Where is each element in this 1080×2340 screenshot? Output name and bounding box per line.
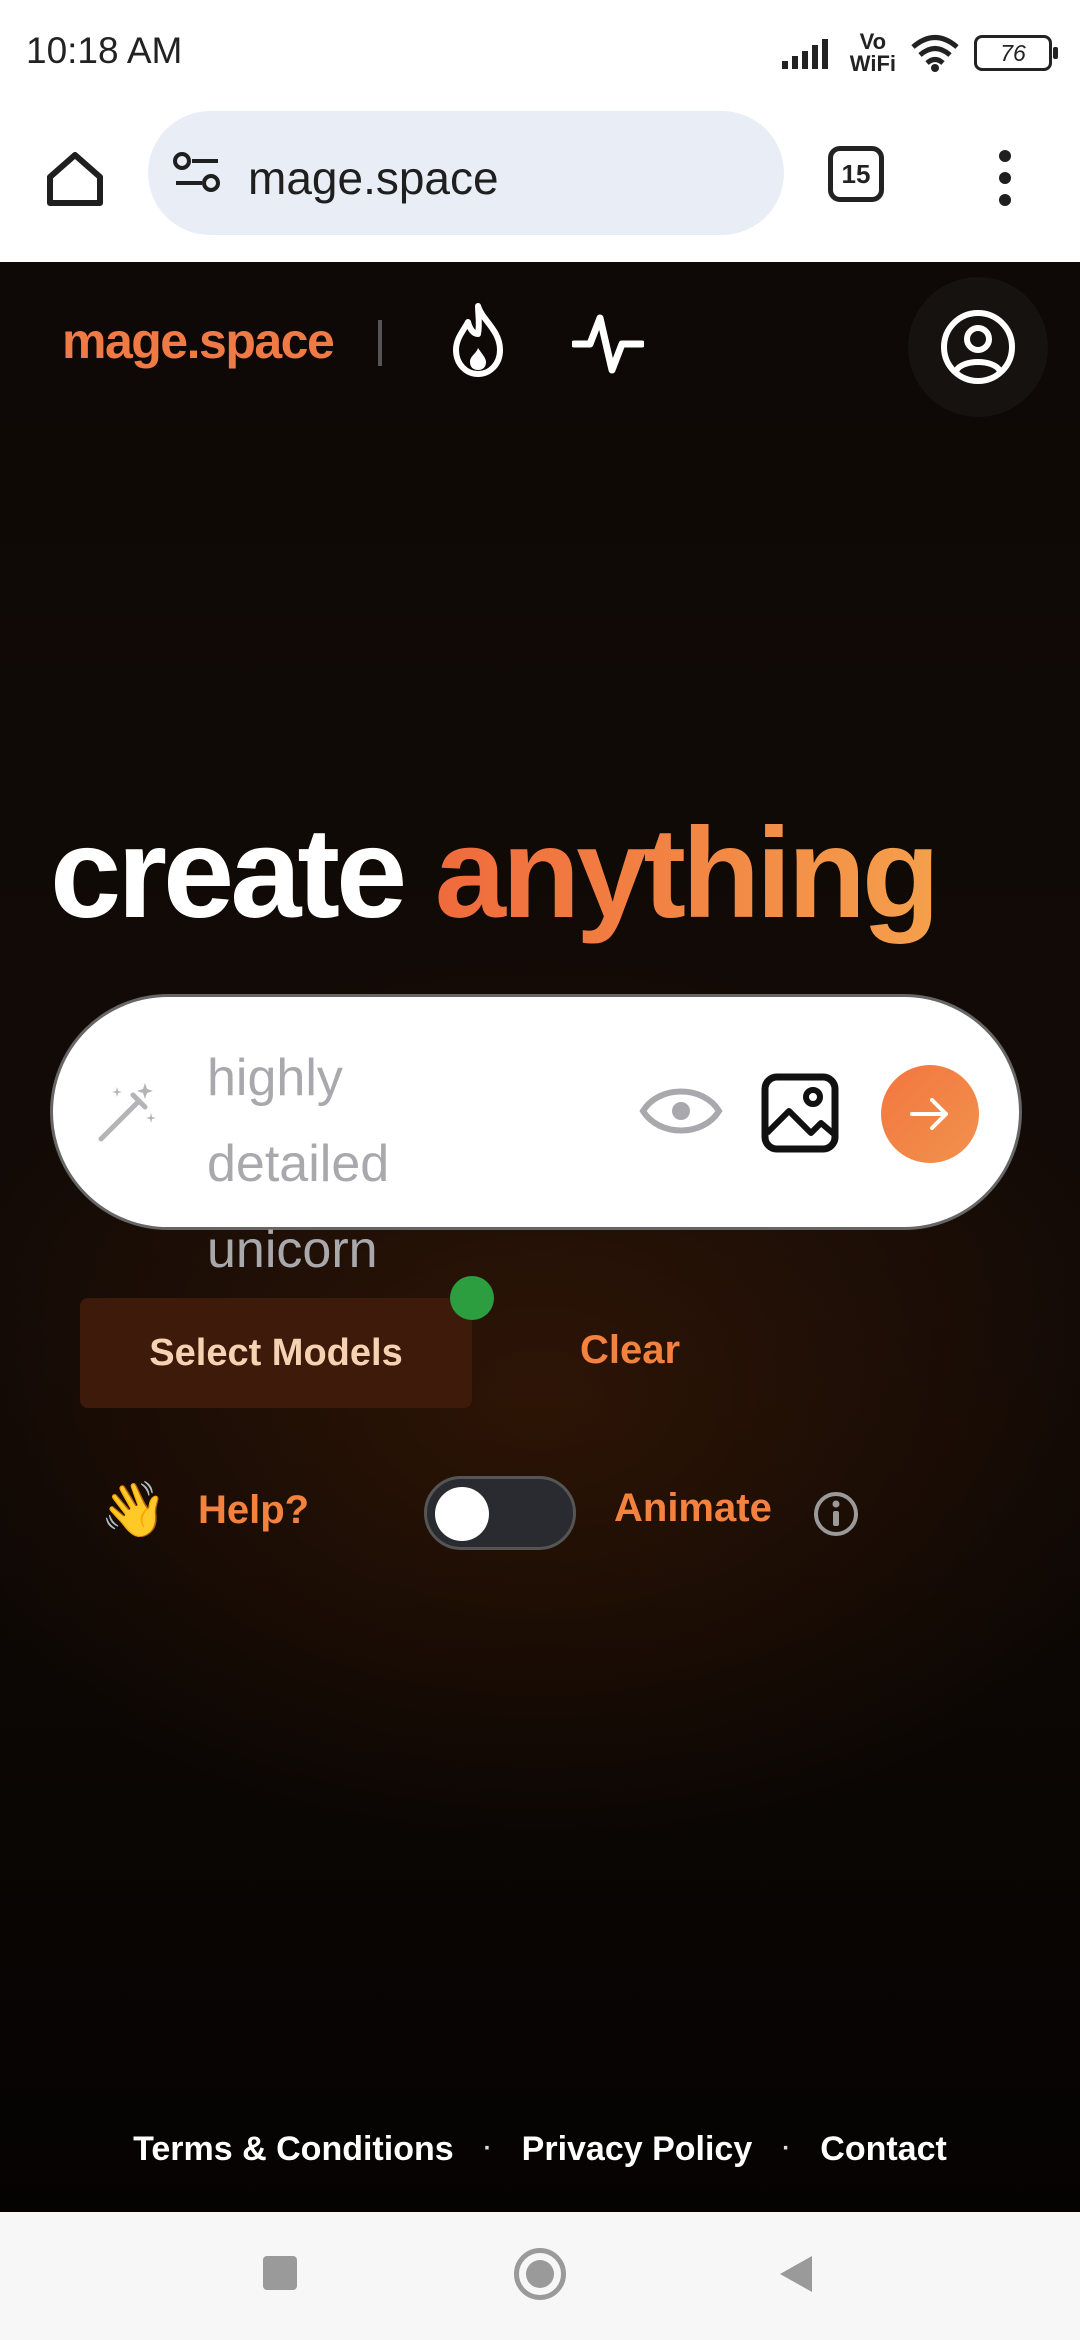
footer-separator: · xyxy=(483,2135,492,2162)
terms-link[interactable]: Terms & Conditions xyxy=(133,2130,454,2169)
prompt-box: highly detailed unicorn xyxy=(50,994,1022,1279)
more-vert-icon[interactable] xyxy=(990,148,1020,208)
signal-icon xyxy=(781,39,828,69)
battery-indicator: 76 xyxy=(974,35,1058,71)
generate-button[interactable] xyxy=(881,1065,979,1163)
header-divider xyxy=(378,320,382,366)
prompt-input[interactable]: highly detailed unicorn xyxy=(207,1035,507,1293)
account-button[interactable] xyxy=(908,277,1048,417)
privacy-link[interactable]: Privacy Policy xyxy=(522,2130,753,2169)
volte-wifi-label: Vo WiFi xyxy=(849,29,896,76)
tabs-button[interactable]: 15 xyxy=(828,146,884,202)
select-models-button[interactable]: Select Models xyxy=(80,1298,472,1408)
footer-links: Terms & Conditions · Privacy Policy · Co… xyxy=(0,2114,1080,2184)
home-nav-button[interactable] xyxy=(514,2248,566,2300)
contact-link[interactable]: Contact xyxy=(820,2130,947,2169)
arrow-right-icon xyxy=(910,1098,948,1130)
site-content: mage.space create anything highly detail… xyxy=(0,262,1080,2212)
status-bar: 10:18 AM Vo WiFi 76 xyxy=(0,0,1080,104)
back-icon[interactable] xyxy=(776,2252,816,2296)
home-icon xyxy=(47,152,103,206)
clear-button[interactable]: Clear xyxy=(580,1328,680,1373)
site-logo[interactable]: mage.space xyxy=(62,312,335,370)
activity-icon[interactable] xyxy=(572,312,644,376)
headline-word-anything: anything xyxy=(434,802,940,945)
info-icon[interactable] xyxy=(812,1490,860,1538)
tune-icon[interactable] xyxy=(172,151,222,193)
headline-word-create: create xyxy=(50,802,407,945)
home-button[interactable] xyxy=(40,144,110,214)
status-time: 10:18 AM xyxy=(26,30,183,71)
url-text[interactable]: mage.space xyxy=(248,151,499,205)
magic-wand-icon[interactable] xyxy=(95,1079,161,1145)
status-dot xyxy=(450,1276,494,1320)
account-circle-icon xyxy=(941,310,1015,384)
recents-button[interactable] xyxy=(263,2256,297,2290)
image-icon[interactable] xyxy=(761,1073,839,1153)
help-link[interactable]: Help? xyxy=(198,1488,309,1533)
animate-toggle[interactable] xyxy=(424,1476,576,1550)
toggle-knob xyxy=(435,1487,489,1541)
system-nav-bar xyxy=(0,2212,1080,2340)
address-bar[interactable]: mage.space xyxy=(148,111,784,235)
eye-icon[interactable] xyxy=(639,1081,723,1141)
hero-headline: create anything xyxy=(50,800,940,947)
fire-icon[interactable] xyxy=(448,302,508,378)
animate-label: Animate xyxy=(614,1486,772,1530)
waving-hand-icon: 👋 xyxy=(100,1480,168,1540)
footer-separator: · xyxy=(782,2135,791,2162)
browser-toolbar: mage.space 15 xyxy=(0,104,1080,264)
wifi-icon xyxy=(911,35,959,72)
status-icons: Vo WiFi 76 xyxy=(780,28,1058,78)
